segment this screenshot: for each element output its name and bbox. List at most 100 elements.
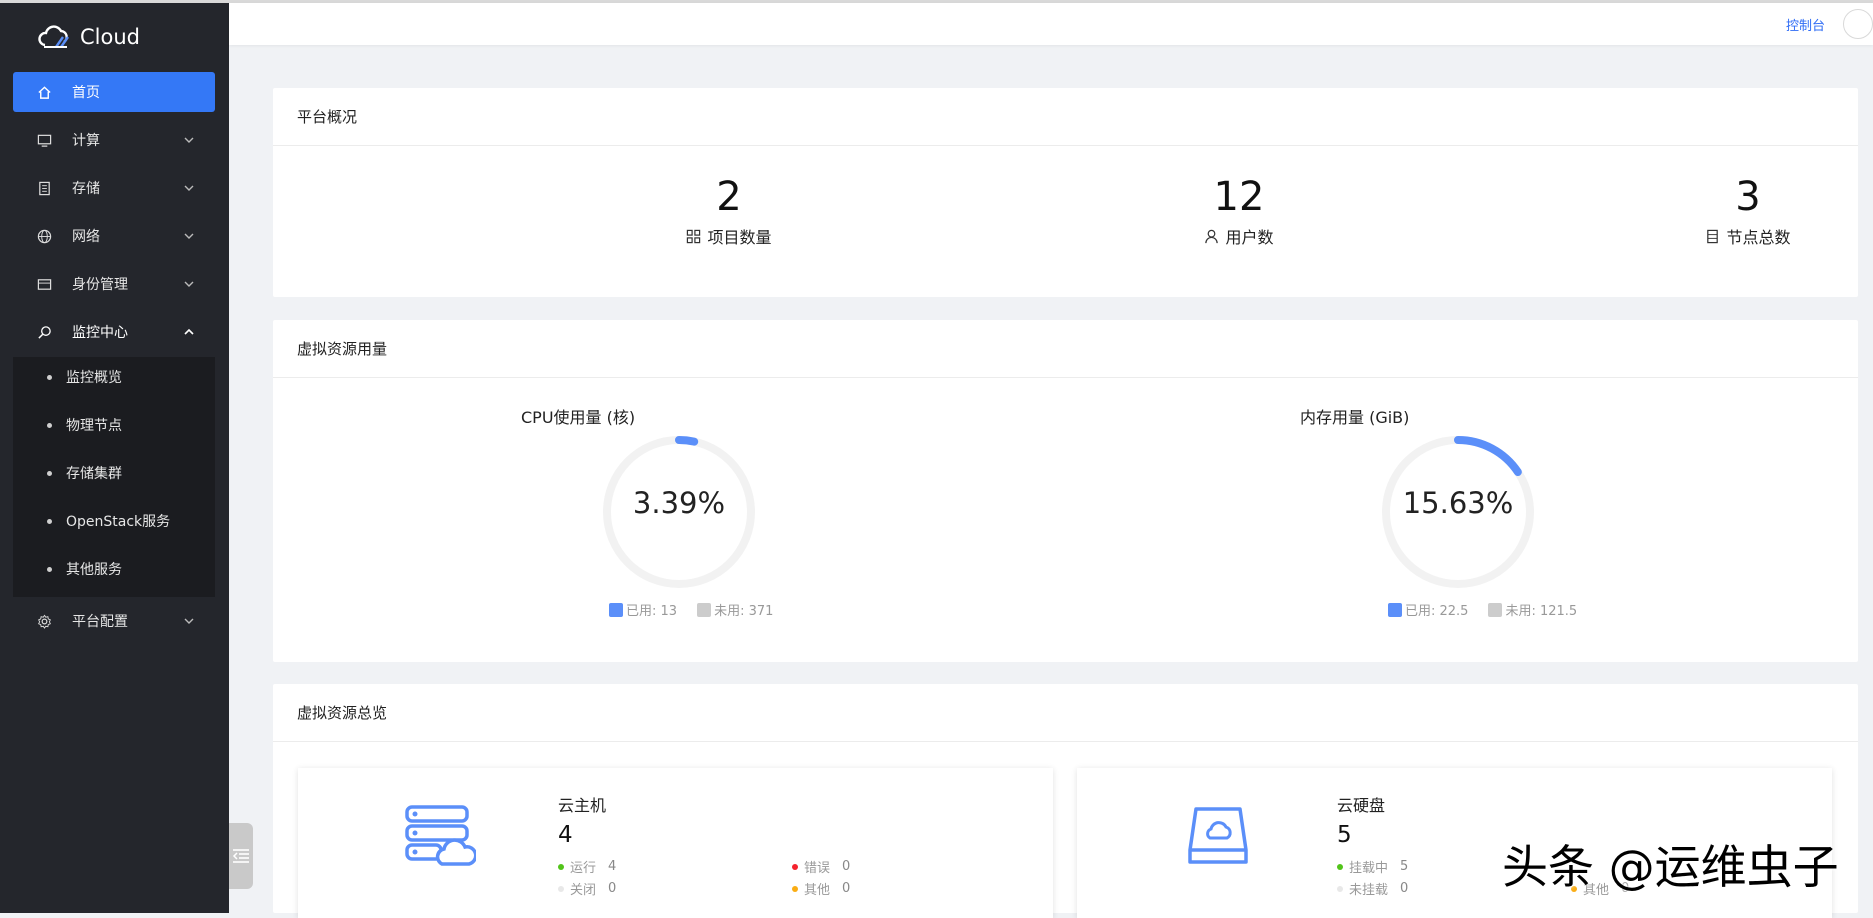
- legend-used[interactable]: 已用: 13: [609, 600, 677, 619]
- status-label: 错误: [804, 861, 831, 876]
- legend-used[interactable]: 已用: 22.5: [1388, 600, 1468, 619]
- globe-icon: [36, 228, 52, 244]
- status-value: 5: [1400, 859, 1409, 874]
- submenu-item-label: 监控概览: [66, 370, 122, 386]
- cloud-logo-icon: [38, 25, 69, 48]
- sidebar-item-storage[interactable]: 存储: [13, 168, 215, 208]
- mem-gauge-used-arc: [1454, 436, 1522, 477]
- sidebar-collapse-button[interactable]: [229, 823, 253, 889]
- submenu-item-label: 存储集群: [66, 466, 122, 482]
- stat-label: 用户数: [1139, 224, 1339, 248]
- legend-text: 未用: 121.5: [1505, 604, 1578, 619]
- resource-usage-card: 虚拟资源用量 CPU使用量 (核) 3.39% 已用: 13 未用: 371 内…: [273, 320, 1858, 662]
- status-label: 未挂载: [1349, 883, 1389, 898]
- submenu-item-other-services[interactable]: 其他服务: [13, 549, 215, 589]
- status-other: 其他 0: [792, 879, 850, 898]
- vm-summary-box[interactable]: 云主机 4 运行 4 错误 0 关闭 0 其他 0: [298, 768, 1053, 918]
- resource-name: 云主机: [558, 796, 607, 815]
- sidebar-item-compute[interactable]: 计算: [13, 120, 215, 160]
- gauge-legend: 已用: 13 未用: 371: [609, 600, 773, 619]
- id-card-icon: [36, 276, 52, 292]
- cpu-usage-gauge: CPU使用量 (核) 3.39% 已用: 13 未用: 371: [521, 404, 821, 664]
- status-dot-icon: [792, 863, 798, 870]
- chevron-up-icon: [184, 328, 194, 335]
- node-icon: [1707, 229, 1719, 243]
- status-label: 运行: [570, 861, 597, 876]
- submenu-item-storage-cluster[interactable]: 存储集群: [13, 453, 215, 493]
- gauge-percent: 15.63%: [1402, 486, 1514, 520]
- resource-count: 5: [1337, 822, 1352, 848]
- legend-swatch: [697, 602, 712, 617]
- legend-swatch: [609, 602, 623, 617]
- bullet-icon: [47, 518, 52, 524]
- gauge-title: CPU使用量 (核): [521, 408, 636, 427]
- sidebar: Cloud 首页 计算 存储 网络 身份管理 监控中心 监控概览 物理节点 存储…: [0, 3, 229, 913]
- status-value: 4: [608, 859, 617, 874]
- legend-swatch: [1388, 602, 1402, 617]
- server-cloud-icon: [405, 805, 476, 866]
- gear-icon: [36, 613, 52, 629]
- chevron-down-icon: [184, 618, 194, 624]
- gauge-legend: 已用: 22.5 未用: 121.5: [1388, 600, 1577, 619]
- monitor-search-icon: [36, 324, 52, 340]
- stat-nodes: 3 节点总数: [1648, 174, 1848, 248]
- status-dot-icon: [558, 885, 564, 892]
- status-value: 0: [842, 859, 851, 874]
- chevron-down-icon: [184, 185, 194, 191]
- disk-cloud-icon: [1188, 807, 1248, 864]
- sidebar-item-label: 身份管理: [72, 277, 128, 293]
- project-icon: [687, 229, 701, 243]
- sidebar-item-platform-config[interactable]: 平台配置: [13, 601, 215, 641]
- status-label: 关闭: [570, 883, 597, 898]
- submenu-item-label: 其他服务: [66, 562, 122, 578]
- user-avatar-icon[interactable]: [1843, 9, 1873, 39]
- submenu-item-label: OpenStack服务: [66, 514, 171, 530]
- logo[interactable]: Cloud: [36, 19, 140, 55]
- legend-text: 已用: 13: [626, 604, 678, 619]
- sidebar-item-home[interactable]: 首页: [13, 72, 215, 112]
- console-link[interactable]: 控制台: [1786, 15, 1825, 34]
- sidebar-item-label: 计算: [72, 133, 100, 149]
- submenu-item-monitor-overview[interactable]: 监控概览: [13, 357, 215, 397]
- sidebar-item-label: 存储: [72, 181, 100, 197]
- status-value: 0: [1400, 881, 1409, 896]
- logo-text: Cloud: [80, 25, 140, 49]
- sidebar-item-monitoring[interactable]: 监控中心: [13, 312, 215, 352]
- stat-label-text: 用户数: [1225, 228, 1274, 247]
- stat-value: 12: [1213, 174, 1265, 220]
- legend-text: 已用: 22.5: [1405, 604, 1469, 619]
- status-dot-icon: [558, 863, 564, 870]
- legend-free[interactable]: 未用: 121.5: [1488, 600, 1577, 619]
- cpu-gauge-used-arc: [675, 436, 699, 446]
- submenu-item-physical-nodes[interactable]: 物理节点: [13, 405, 215, 445]
- stat-projects: 2 项目数量: [629, 174, 829, 248]
- platform-overview-card: 平台概况 2 项目数量 12 用户数 3 节点总数: [273, 88, 1858, 297]
- stat-value: 3: [1735, 174, 1761, 220]
- chevron-down-icon: [184, 233, 194, 239]
- chevron-down-icon: [184, 281, 194, 287]
- submenu-item-label: 物理节点: [66, 418, 122, 434]
- top-header: 控制台: [229, 3, 1873, 45]
- stat-label-text: 项目数量: [707, 228, 772, 247]
- sidebar-item-label: 网络: [72, 229, 100, 245]
- stat-label: 项目数量: [629, 224, 829, 248]
- resource-name: 云硬盘: [1337, 796, 1386, 815]
- resource-count: 4: [558, 822, 573, 848]
- submenu-item-openstack-services[interactable]: OpenStack服务: [13, 501, 215, 541]
- status-dot-icon: [1337, 863, 1343, 870]
- sidebar-item-network[interactable]: 网络: [13, 216, 215, 256]
- card-title: 虚拟资源用量: [273, 320, 1858, 378]
- status-label: 其他: [804, 883, 831, 898]
- bullet-icon: [47, 422, 52, 428]
- memory-usage-gauge: 内存用量 (GiB) 15.63% 已用: 22.5 未用: 121.5: [1300, 404, 1600, 664]
- status-dot-icon: [792, 885, 798, 892]
- legend-text: 未用: 371: [714, 604, 774, 619]
- sidebar-item-label: 监控中心: [72, 325, 128, 341]
- card-title: 平台概况: [273, 88, 1858, 146]
- monitoring-submenu: 监控概览 物理节点 存储集群 OpenStack服务 其他服务: [13, 357, 215, 597]
- status-error: 错误 0: [792, 857, 850, 876]
- sidebar-item-label: 首页: [72, 85, 100, 101]
- legend-free[interactable]: 未用: 371: [697, 600, 773, 619]
- sidebar-item-identity[interactable]: 身份管理: [13, 264, 215, 304]
- status-value: 0: [608, 881, 617, 896]
